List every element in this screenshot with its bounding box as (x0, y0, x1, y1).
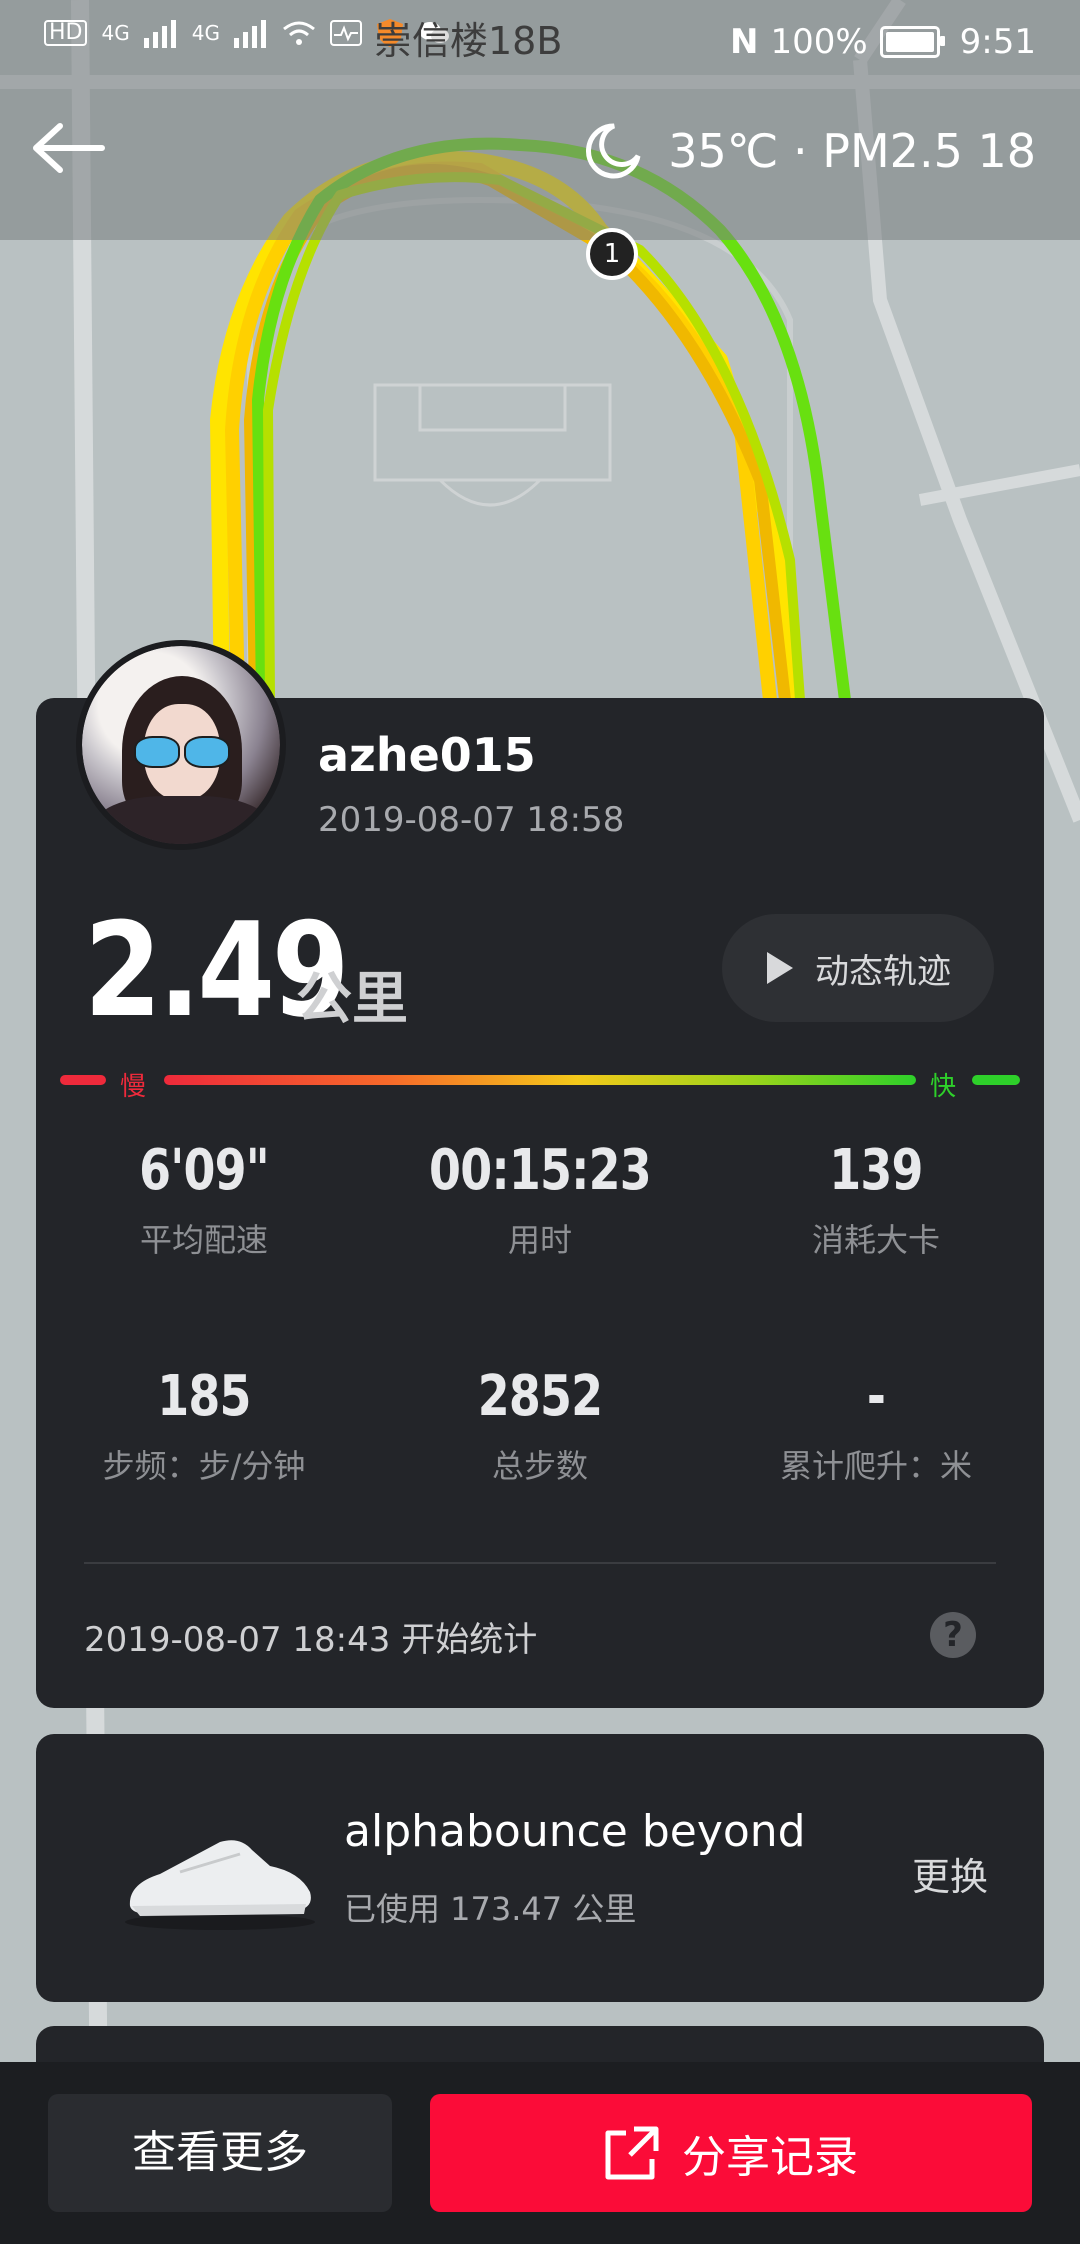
replay-track-button[interactable]: 动态轨迹 (722, 914, 994, 1022)
weather-info: 35℃ · PM2.5 18 (584, 122, 1036, 180)
signal-icon (143, 20, 176, 48)
wifi-icon (283, 21, 315, 45)
avatar[interactable] (76, 640, 286, 850)
view-more-button[interactable]: 查看更多 (48, 2094, 392, 2212)
shoe-usage: 已使用 173.47 公里 (344, 1890, 637, 1928)
stat-label: 累计爬升：米 (779, 1447, 972, 1485)
location-label: 崇信楼18B (374, 19, 563, 63)
activity-icon (329, 20, 362, 46)
help-icon[interactable]: ? (930, 1612, 976, 1658)
bottom-bar: 查看更多 分享记录 (0, 2062, 1080, 2244)
slow-label: 慢 (120, 1072, 147, 1102)
stat-value: 00:15:23 (429, 1138, 652, 1203)
fast-segment (972, 1075, 1020, 1085)
back-arrow-icon[interactable] (30, 118, 110, 178)
shoe-card[interactable]: alphabounce beyond 已使用 173.47 公里 更换 (36, 1734, 1044, 2002)
replay-track-label: 动态轨迹 (815, 951, 951, 992)
network-label-a: 4G (101, 21, 130, 45)
stat-total-steps: 2852 总步数 (372, 1364, 708, 1487)
moon-icon (586, 123, 641, 179)
username: azhe015 (318, 728, 536, 782)
run-datetime: 2019-08-07 18:58 (318, 800, 625, 840)
distance-unit: 公里 (296, 967, 408, 1032)
stat-duration: 00:15:23 用时 (372, 1138, 708, 1261)
stat-elevation-gain: - 累计爬升：米 (708, 1364, 1044, 1487)
stat-label: 用时 (507, 1221, 572, 1259)
hd-icon: HD (44, 20, 88, 46)
stat-value: 2852 (477, 1364, 603, 1429)
nfc-icon: N (729, 22, 759, 62)
stat-label: 平均配速 (139, 1221, 268, 1259)
status-bar: HD 4G 4G 崇信楼18B N 100% 9:51 (0, 0, 1080, 84)
stat-label: 总步数 (491, 1447, 588, 1485)
signal-icon (233, 20, 266, 48)
share-record-button[interactable]: 分享记录 (430, 2094, 1032, 2212)
clock: 9:51 (959, 22, 1036, 62)
stat-label: 步频：步/分钟 (102, 1447, 306, 1485)
stat-value: 185 (157, 1364, 251, 1429)
start-time: 2019-08-07 18:43 开始统计 (84, 1620, 538, 1660)
stat-value: - (866, 1364, 886, 1429)
slow-segment (60, 1075, 106, 1085)
battery-icon (879, 26, 945, 58)
divider (84, 1562, 996, 1564)
network-label-b: 4G (191, 21, 220, 45)
fast-label: 快 (930, 1072, 957, 1102)
weather-text: 35℃ · PM2.5 18 (668, 124, 1036, 178)
pace-gradient (164, 1075, 916, 1085)
shoe-image (125, 1840, 315, 1930)
change-shoe-button[interactable]: 更换 (912, 1846, 988, 1901)
share-icon (605, 2126, 659, 2180)
play-icon (767, 952, 793, 984)
lap-marker: 1 (586, 228, 638, 280)
stat-label: 消耗大卡 (811, 1221, 940, 1259)
stat-cadence: 185 步频：步/分钟 (36, 1364, 372, 1487)
battery-percent: 100% (770, 22, 868, 62)
stat-value: 6'09" (139, 1138, 270, 1203)
share-record-label: 分享记录 (682, 2132, 858, 2183)
stat-calories: 139 消耗大卡 (708, 1138, 1044, 1261)
stat-value: 139 (829, 1138, 923, 1203)
pace-legend: 慢 快 (60, 1066, 1020, 1102)
stat-avg-pace: 6'09" 平均配速 (36, 1138, 372, 1261)
shoe-name: alphabounce beyond (344, 1806, 806, 1857)
